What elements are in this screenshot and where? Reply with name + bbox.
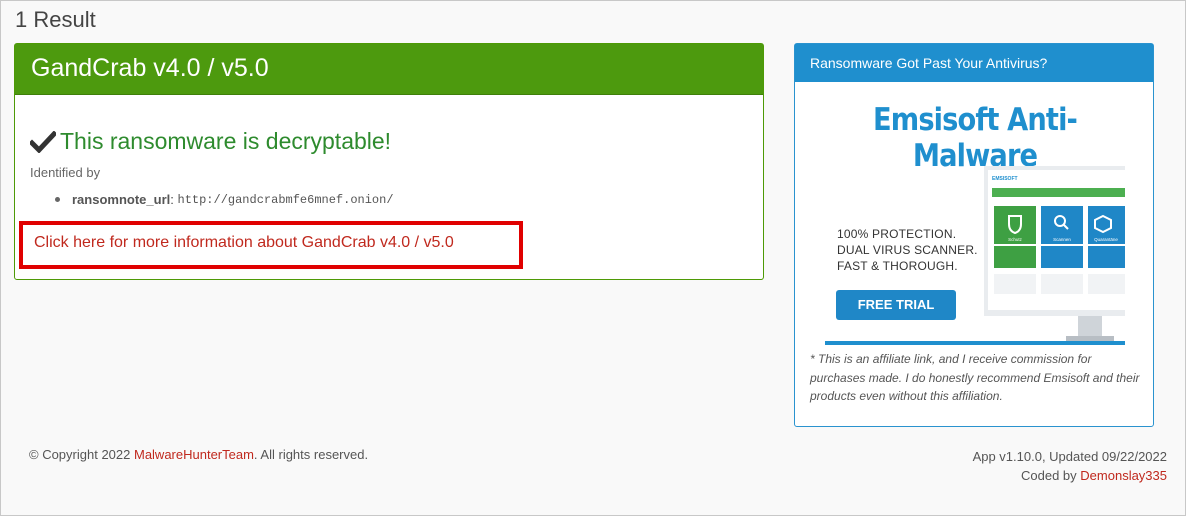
tile-label: Quarantäne <box>1094 237 1118 242</box>
ad-panel: Ransomware Got Past Your Antivirus? Emsi… <box>794 43 1154 427</box>
identifier-list: ransomnote_url: http://gandcrabmfe6mnef.… <box>55 192 394 207</box>
result-card: GandCrab v4.0 / v5.0 This ransomware is … <box>14 43 764 280</box>
monitor-logo: EMSISOFT <box>992 176 1018 182</box>
tagline-line: FAST & THOROUGH. <box>837 259 958 273</box>
malwarehunterteam-link[interactable]: MalwareHunterTeam <box>134 447 254 462</box>
decryptable-status-text: This ransomware is decryptable! <box>60 128 392 154</box>
ad-brand-title[interactable]: Emsisoft Anti-Malware <box>817 102 1134 174</box>
author-link[interactable]: Demonslay335 <box>1080 468 1167 483</box>
ransomware-title: GandCrab v4.0 / v5.0 <box>15 44 763 95</box>
ad-header: Ransomware Got Past Your Antivirus? <box>795 44 1153 82</box>
bullet-icon <box>55 197 60 202</box>
identifier-value: http://gandcrabmfe6mnef.onion/ <box>177 192 394 207</box>
tile-label: Schutz <box>1008 237 1023 242</box>
copyright-suffix: . All rights reserved. <box>253 447 369 462</box>
results-count-heading: 1 Result <box>15 7 96 32</box>
affiliate-disclaimer: * This is an affiliate link, and I recei… <box>810 352 1140 403</box>
tagline-line: 100% PROTECTION. <box>837 227 957 241</box>
more-info-link[interactable]: Click here for more information about Ga… <box>34 234 454 252</box>
decryptable-status: This ransomware is decryptable! <box>30 128 391 155</box>
tagline-line: DUAL VIRUS SCANNER. <box>837 243 978 257</box>
coded-by-prefix: Coded by <box>1021 468 1081 483</box>
ad-tagline: 100% PROTECTION. DUAL VIRUS SCANNER. FAS… <box>837 226 978 274</box>
footer-copyright: © Copyright 2022 MalwareHunterTeam. All … <box>29 447 368 462</box>
identifier-key: ransomnote_url <box>72 192 171 207</box>
identifier-item: ransomnote_url: http://gandcrabmfe6mnef.… <box>55 192 394 207</box>
page-frame: 1 Result GandCrab v4.0 / v5.0 This ranso… <box>0 0 1186 516</box>
copyright-prefix: © Copyright 2022 <box>29 447 134 462</box>
identifier-separator: : <box>170 192 174 207</box>
footer-version-info: App v1.10.0, Updated 09/22/2022 Coded by… <box>973 447 1167 485</box>
tile-label: Scannen <box>1053 237 1071 242</box>
ad-divider-bar <box>825 341 1125 345</box>
monitor-illustration[interactable]: EMSISOFT Schutz Scannen Quarantäne <box>978 166 1125 342</box>
app-version: App v1.10.0, Updated 09/22/2022 <box>972 449 1167 464</box>
coded-by: Coded by Demonslay335 <box>973 466 1167 485</box>
free-trial-button[interactable]: FREE TRIAL <box>836 290 956 320</box>
more-info-highlight: Click here for more information about Ga… <box>19 221 523 269</box>
checkmark-icon <box>30 130 56 153</box>
identified-by-label: Identified by <box>30 165 101 180</box>
